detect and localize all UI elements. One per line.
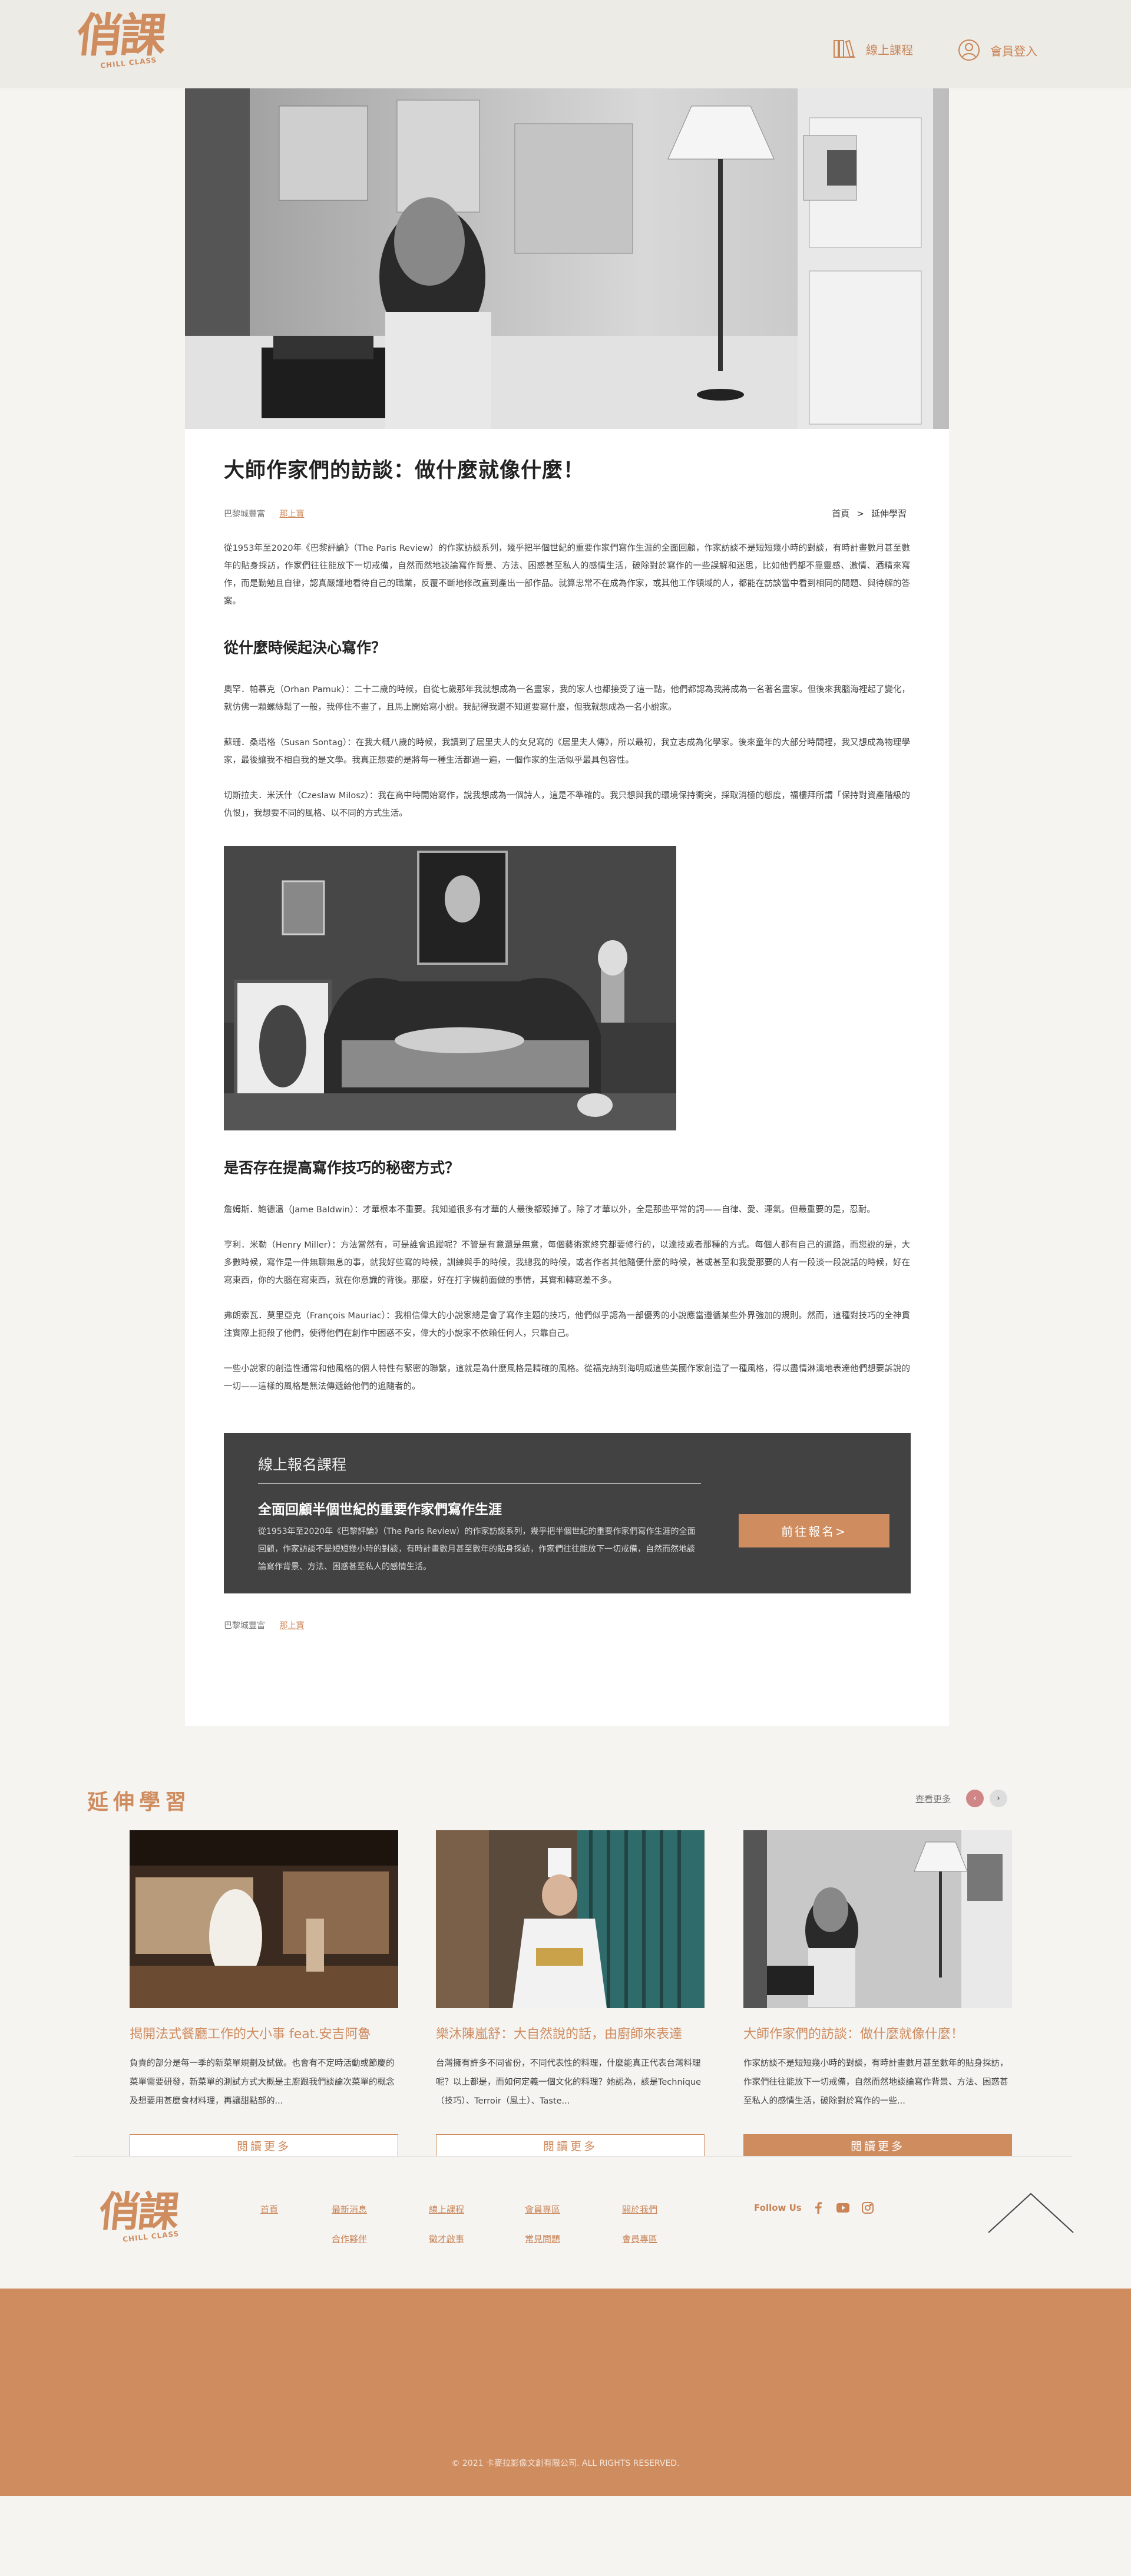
- promo-description: 從1953年至2020年《巴黎評論》（The Paris Review）的作家訪…: [258, 1527, 696, 1572]
- breadcrumb-home[interactable]: 首頁: [832, 508, 849, 519]
- copyright: © 2021 卡麥拉影像文創有限公司. ALL RIGHTS RESERVED.: [451, 2459, 680, 2468]
- extension-title: 延伸學習: [87, 1790, 191, 1814]
- article-author-link[interactable]: 那上寶: [279, 1621, 304, 1631]
- section-heading-2: 是否存在提高寫作技巧的秘密方式？: [224, 1159, 460, 1176]
- article-meta-bottom: 巴黎城豐富 那上寶: [224, 1619, 910, 1631]
- course-promo-box: 線上報名課程 全面回顧半個世紀的重要作家們寫作生涯 從1953年至2020年《巴…: [224, 1433, 911, 1593]
- nav-online-courses-label: 線上課程: [866, 42, 913, 57]
- footer-link-member[interactable]: 會員專區: [525, 2203, 560, 2215]
- read-more-button[interactable]: 閱讀更多: [130, 2134, 398, 2157]
- article-date: 巴黎城豐富: [224, 1621, 265, 1631]
- footer-link-faq[interactable]: 常見問題: [525, 2233, 560, 2245]
- breadcrumb-separator: >: [856, 508, 864, 519]
- logo-text: 俏課: [96, 2187, 180, 2236]
- footer-bottom: © 2021 卡麥拉影像文創有限公司. ALL RIGHTS RESERVED.: [0, 2289, 1131, 2496]
- prev-arrow-icon[interactable]: ‹: [966, 1790, 984, 1807]
- facebook-icon[interactable]: [812, 2201, 825, 2214]
- article-author-link[interactable]: 那上寶: [279, 510, 304, 519]
- section2-paragraph: 詹姆斯．鮑德溫（Jame Baldwin）：才華根本不重要。我知道很多有才華的人…: [224, 1205, 875, 1215]
- promo-label: 線上報名課程: [258, 1456, 347, 1473]
- article-date: 巴黎城豐富: [224, 509, 265, 519]
- youtube-icon[interactable]: [836, 2201, 849, 2214]
- see-more-link[interactable]: 查看更多: [915, 1793, 951, 1805]
- footer-link-news[interactable]: 最新消息: [332, 2203, 367, 2215]
- card-description: 台灣擁有許多不同省份，不同代表性的料理，什麼能真正代表台灣料理呢？以上都是，而如…: [436, 2059, 702, 2106]
- hero-image: [185, 88, 949, 429]
- extension-card[interactable]: 樂沐陳嵐舒：大自然說的話，由廚師來表達 台灣擁有許多不同省份，不同代表性的料理，…: [436, 1830, 705, 2157]
- books-icon: [834, 39, 855, 58]
- article-intro: 從1953年至2020年《巴黎評論》（The Paris Review）的作家訪…: [224, 544, 910, 606]
- footer-logo[interactable]: 俏課 CHILL CLASS: [96, 2187, 199, 2256]
- nav-online-courses[interactable]: 線上課程: [833, 38, 913, 59]
- section2-paragraph: 一些小說家的創造性通常和他風格的個人特性有緊密的聯繫，這就是為什麼風格是精確的風…: [224, 1364, 910, 1391]
- extension-card[interactable]: 揭開法式餐廳工作的大小事 feat.安吉阿魯 負責的部分是每一季的新菜單規劃及試…: [130, 1830, 398, 2157]
- breadcrumb: 首頁 > 延伸學習: [828, 507, 910, 520]
- footer-link-partners[interactable]: 合作夥伴: [332, 2233, 367, 2245]
- follow-us-label: Follow Us: [754, 2203, 802, 2213]
- extension-card[interactable]: 大師作家們的訪談：做什麼就像什麼！ 作家訪談不是短短幾小時的對談，有時計畫數月甚…: [743, 1830, 1012, 2157]
- breadcrumb-current[interactable]: 延伸學習: [871, 508, 907, 519]
- next-arrow-icon[interactable]: ›: [990, 1790, 1007, 1807]
- promo-title: 全面回顧半個世紀的重要作家們寫作生涯: [258, 1502, 502, 1517]
- read-more-button[interactable]: 閱讀更多: [436, 2134, 705, 2157]
- footer-link-member-2[interactable]: 會員專區: [622, 2233, 657, 2245]
- extension-section: 延伸學習 查看更多 ‹ › 揭開法式餐廳工作的大小事 feat.安吉阿魯 負責的…: [0, 1726, 1131, 2157]
- section1-paragraph: 奧罕．帕慕克（Orhan Pamuk）：二十二歲的時候，自從七歲那年我就想成為一…: [224, 685, 910, 712]
- card-image: [436, 1830, 705, 2008]
- nav-member-login[interactable]: 會員登入: [957, 38, 1037, 62]
- footer-divider: [73, 2156, 1072, 2157]
- section1-paragraph: 切斯拉夫．米沃什（Czeslaw Milosz）：我在高中時開始寫作，說我想成為…: [224, 791, 910, 818]
- read-more-button[interactable]: 閱讀更多: [743, 2134, 1012, 2157]
- instagram-icon[interactable]: [861, 2201, 874, 2214]
- section-heading-1: 從什麼時候起決心寫作？: [224, 639, 386, 656]
- card-title: 樂沐陳嵐舒：大自然說的話，由廚師來表達: [436, 2027, 683, 2042]
- section2-paragraph: 弗朗索瓦．莫里亞克（François Mauriac）：我相信偉大的小說家總是會…: [224, 1311, 910, 1338]
- footer-link-home[interactable]: 首頁: [260, 2203, 278, 2215]
- section1-paragraph: 蘇珊．桑塔格（Susan Sontag）：在我大概八歲的時候，我讀到了居里夫人的…: [224, 738, 910, 765]
- promo-divider: [258, 1483, 701, 1484]
- footer-top: 俏課 CHILL CLASS 首頁 最新消息 線上課程 會員專區 關於我們 合作…: [0, 2156, 1131, 2289]
- nav-member-login-label: 會員登入: [990, 44, 1037, 58]
- article-meta: 巴黎城豐富 那上寶 首頁 > 延伸學習: [224, 507, 910, 520]
- card-description: 作家訪談不是短短幾小時的對談，有時計畫數月甚至數年的貼身採訪，作家們往往能放下一…: [743, 2059, 1008, 2106]
- footer-link-courses[interactable]: 線上課程: [429, 2203, 464, 2215]
- footer-link-about[interactable]: 關於我們: [622, 2203, 657, 2215]
- user-icon: [958, 39, 980, 61]
- card-title: 揭開法式餐廳工作的大小事 feat.安吉阿魯: [130, 2027, 371, 2042]
- footer-link-careers[interactable]: 徵才啟事: [429, 2233, 464, 2245]
- register-button[interactable]: 前往報名>: [739, 1514, 889, 1547]
- site-header: 俏課 CHILL CLASS 線上課程 會員登入: [0, 0, 1131, 88]
- card-image: [743, 1830, 1012, 2008]
- article-title: 大師作家們的訪談：做什麼就像什麼！: [224, 459, 585, 482]
- back-to-top-icon[interactable]: [987, 2191, 1074, 2234]
- article-inline-image: [224, 846, 676, 1130]
- card-title: 大師作家們的訪談：做什麼就像什麼！: [743, 2027, 964, 2042]
- section2-paragraph: 亨利．米勒（Henry Miller）：方法當然有，可是誰會追蹤呢？不管是有意還…: [224, 1241, 910, 1285]
- card-description: 負責的部分是每一季的新菜單規劃及試做。也會有不定時活動或節慶的菜單需要研發，新菜…: [130, 2059, 395, 2106]
- card-image: [130, 1830, 398, 2008]
- site-logo[interactable]: 俏課 CHILL CLASS: [74, 9, 177, 78]
- logo-text: 俏課: [74, 9, 167, 62]
- article-card: 大師作家們的訪談：做什麼就像什麼！ 巴黎城豐富 那上寶 首頁 > 延伸學習 從195…: [185, 88, 949, 1726]
